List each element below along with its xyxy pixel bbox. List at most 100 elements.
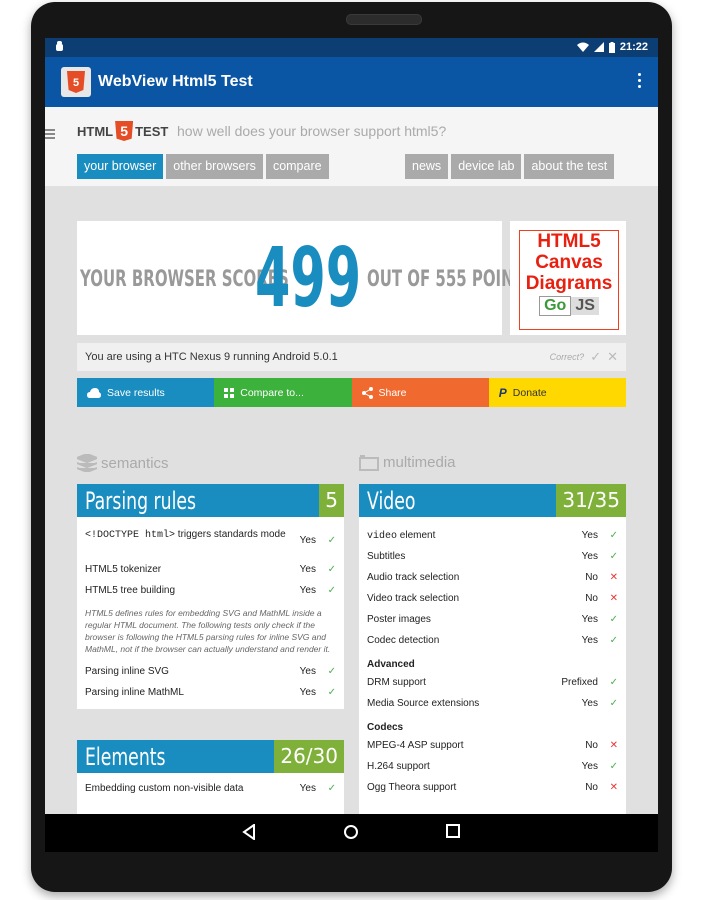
- test-label: Codec detection: [367, 635, 440, 646]
- test-row: MPEG-4 ASP support No ✕: [359, 735, 626, 756]
- stack-layers-icon: [77, 454, 97, 472]
- check-icon: ✓: [609, 530, 618, 541]
- semantics-heading: semantics: [77, 454, 169, 472]
- battery-icon: [608, 41, 615, 53]
- test-label: Audio track selection: [367, 572, 460, 583]
- android-debug-icon: [56, 41, 63, 51]
- recents-icon[interactable]: [446, 824, 460, 838]
- status-time: 21:22: [619, 41, 648, 53]
- action-bar: Save results Compare to... Share P Donat…: [77, 378, 626, 407]
- test-row: Video track selection No ✕: [359, 588, 626, 609]
- check-icon: ✓: [609, 614, 618, 625]
- doctype-code: <!DOCTYPE html>: [85, 530, 176, 541]
- video-score: 31/35: [556, 484, 626, 517]
- reject-close-icon[interactable]: ✕: [607, 349, 618, 365]
- tab-your-browser[interactable]: your browser: [77, 154, 164, 179]
- save-results-label: Save results: [107, 386, 165, 399]
- tab-other-browsers[interactable]: other browsers: [166, 154, 263, 179]
- test-row: <!DOCTYPE html> triggers standards mode …: [77, 525, 344, 559]
- share-label: Share: [378, 386, 407, 399]
- ad-js: JS: [571, 297, 599, 315]
- tab-compare[interactable]: compare: [265, 154, 329, 179]
- primary-tabs: your browser other browsers compare: [77, 154, 329, 179]
- elements-header[interactable]: Elements 26/30: [77, 740, 344, 773]
- test-result: Yes: [299, 666, 316, 677]
- donate-button[interactable]: P Donate: [488, 378, 626, 407]
- compare-to-label: Compare to...: [240, 386, 304, 399]
- correct-label: Correct?: [549, 352, 585, 362]
- video-header[interactable]: Video 31/35: [359, 484, 626, 517]
- check-icon: ✓: [327, 535, 336, 546]
- codecs-subheading: Codecs: [367, 722, 404, 733]
- overflow-menu-icon[interactable]: [638, 73, 642, 91]
- cross-icon: ✕: [609, 572, 618, 583]
- back-icon[interactable]: [242, 824, 256, 840]
- signal-icon: [593, 42, 604, 52]
- tab-device-lab[interactable]: device lab: [451, 154, 522, 179]
- home-icon[interactable]: [343, 824, 359, 840]
- html5-shield-icon: 5: [115, 121, 134, 141]
- test-row: video element Yes ✓: [359, 525, 626, 546]
- grid-icon: [224, 387, 235, 398]
- elements-score: 26/30: [274, 740, 344, 773]
- speaker-grille: [346, 14, 422, 25]
- check-icon: ✓: [327, 783, 336, 794]
- device-info-text: You are using a HTC Nexus 9 running Andr…: [85, 351, 338, 363]
- test-label: Embedding custom non-visible data: [85, 783, 244, 794]
- parsing-rules-title: Parsing rules: [85, 487, 197, 515]
- save-results-button[interactable]: Save results: [77, 378, 215, 407]
- brand-left: HTML: [77, 123, 114, 139]
- app-title: WebView Html5 Test: [98, 73, 253, 90]
- ad-go: Go: [539, 296, 572, 316]
- test-result: Yes: [299, 783, 316, 794]
- check-icon: ✓: [327, 666, 336, 677]
- check-icon: ✓: [609, 551, 618, 562]
- compare-to-button[interactable]: Compare to...: [214, 378, 352, 407]
- share-button[interactable]: Share: [351, 378, 489, 407]
- tab-news[interactable]: news: [405, 154, 449, 179]
- semantics-label: semantics: [101, 454, 169, 472]
- test-row: Subtitles Yes ✓: [359, 546, 626, 567]
- tab-about-the-test[interactable]: about the test: [524, 154, 615, 179]
- ad-line-1: HTML5: [537, 231, 601, 252]
- video-panel: Video 31/35 video element Yes ✓ Subtitle…: [359, 484, 626, 818]
- score-value: 499: [255, 231, 362, 326]
- check-icon: ✓: [609, 761, 618, 772]
- test-label: Parsing inline SVG: [85, 666, 169, 677]
- test-label: MPEG-4 ASP support: [367, 740, 464, 751]
- test-result: No: [585, 782, 598, 793]
- check-icon: ✓: [327, 564, 336, 575]
- test-row: HTML5 tree building Yes ✓: [77, 580, 344, 601]
- app-bar: 5 WebView Html5 Test: [45, 57, 658, 107]
- test-result: Prefixed: [561, 677, 598, 688]
- parsing-rules-panel: Parsing rules 5 <!DOCTYPE html> triggers…: [77, 484, 344, 709]
- hamburger-icon[interactable]: [45, 129, 55, 141]
- test-label: Parsing inline MathML: [85, 687, 184, 698]
- test-label: H.264 support: [367, 761, 430, 772]
- parsing-rules-header[interactable]: Parsing rules 5: [77, 484, 344, 517]
- test-row: Parsing inline MathML Yes ✓: [77, 682, 344, 703]
- test-row: Audio track selection No ✕: [359, 567, 626, 588]
- video-element-text: element: [397, 530, 436, 541]
- donate-label: Donate: [512, 386, 547, 399]
- video-code: video: [367, 531, 398, 542]
- test-row: HTML5 tokenizer Yes ✓: [77, 559, 344, 580]
- brand-right: TEST: [135, 123, 169, 139]
- check-icon: ✓: [327, 687, 336, 698]
- advanced-subheading: Advanced: [367, 659, 415, 670]
- test-row: Ogg Theora support No ✕: [359, 777, 626, 798]
- test-row: Parsing inline SVG Yes ✓: [77, 661, 344, 682]
- test-result: Yes: [581, 530, 598, 541]
- confirm-check-icon[interactable]: ✓: [590, 349, 601, 365]
- status-bar: 21:22: [45, 38, 658, 57]
- test-row: Media Source extensions Yes ✓: [359, 693, 626, 714]
- check-icon: ✓: [609, 698, 618, 709]
- test-result: Yes: [299, 535, 316, 546]
- test-result: Yes: [299, 585, 316, 596]
- test-label: Video track selection: [367, 593, 460, 604]
- cross-icon: ✕: [609, 740, 618, 751]
- site-logo[interactable]: HTML 5 TEST: [77, 121, 168, 141]
- system-nav-bar: [45, 814, 658, 852]
- test-label: Ogg Theora support: [367, 782, 457, 793]
- advertisement[interactable]: HTML5 Canvas Diagrams Go JS: [510, 221, 626, 335]
